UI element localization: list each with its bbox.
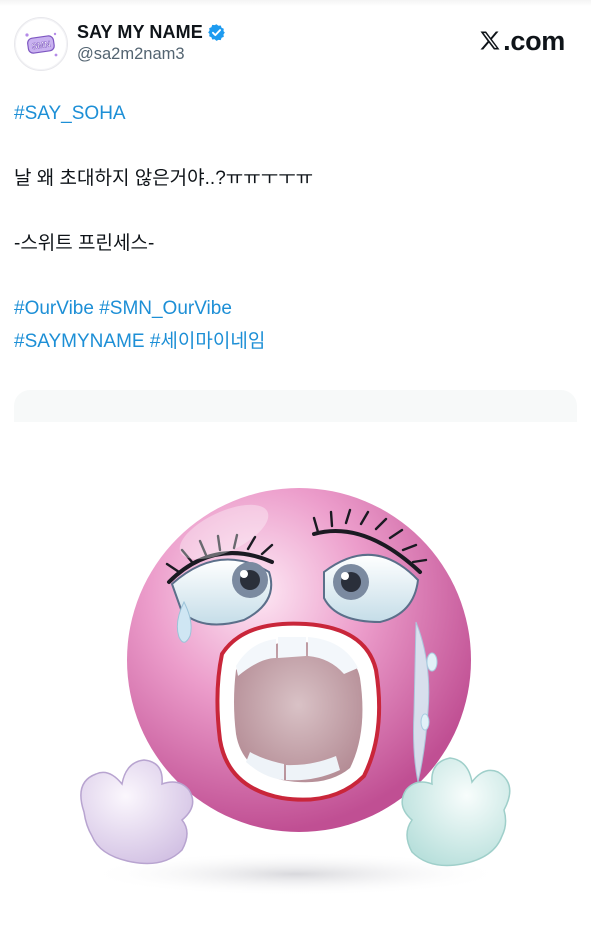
name-row: SAY MY NAME	[77, 20, 226, 44]
x-logo-icon	[478, 29, 502, 53]
hashtag-line-ourvibe[interactable]: #OurVibe #SMN_OurVibe	[14, 295, 232, 323]
media-card[interactable]	[14, 390, 577, 930]
hashtag-line-saymyname[interactable]: #SAYMYNAME #세이마이네임	[14, 328, 265, 356]
avatar[interactable]: SMN	[14, 17, 68, 71]
x-com-brand: .com	[478, 25, 565, 57]
crying-pink-emoji-image[interactable]	[14, 422, 577, 930]
display-name[interactable]: SAY MY NAME	[77, 22, 203, 43]
handle[interactable]: @sa2m2nam3	[77, 45, 185, 64]
tweet-line-question: 날 왜 초대하지 않은거야..?ㅠㅠㅜㅜㅠ	[14, 168, 314, 189]
say-my-name-logo-icon: SMN	[25, 32, 58, 57]
verified-badge-icon	[207, 23, 226, 42]
brand-text: .com	[503, 25, 565, 56]
tweet-header: SMN SAY MY NAME @sa2m2nam3 .com	[14, 14, 577, 74]
hashtag-say-soha[interactable]: #SAY_SOHA	[14, 100, 126, 128]
top-edge	[0, 0, 591, 6]
tweet-line-signature: -스위트 프린세스-	[14, 233, 155, 254]
